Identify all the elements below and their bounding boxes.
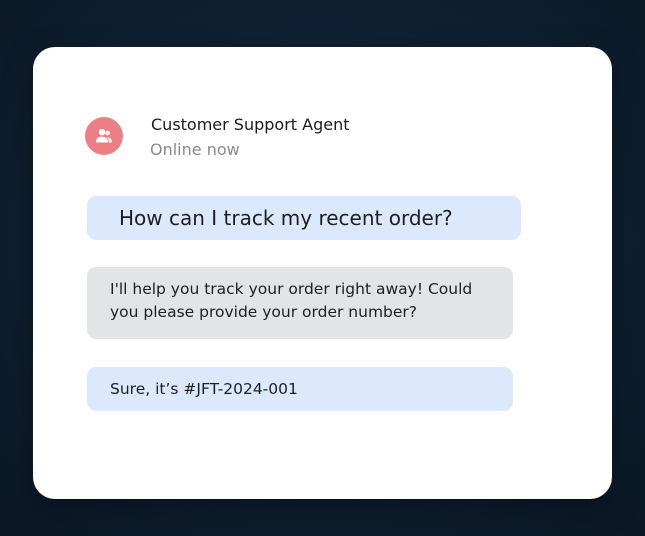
- user-message-bubble: Sure, it’s #JFT-2024-001: [87, 367, 513, 411]
- agent-avatar: [85, 117, 123, 155]
- user-message-bubble: How can I track my recent order?: [87, 196, 521, 240]
- agent-status: Online now: [150, 140, 240, 159]
- agent-message-bubble: I'll help you track your order right awa…: [87, 267, 513, 339]
- chat-card: Customer Support Agent Online now How ca…: [33, 47, 612, 499]
- agent-name: Customer Support Agent: [151, 115, 350, 134]
- users-icon: [96, 129, 112, 143]
